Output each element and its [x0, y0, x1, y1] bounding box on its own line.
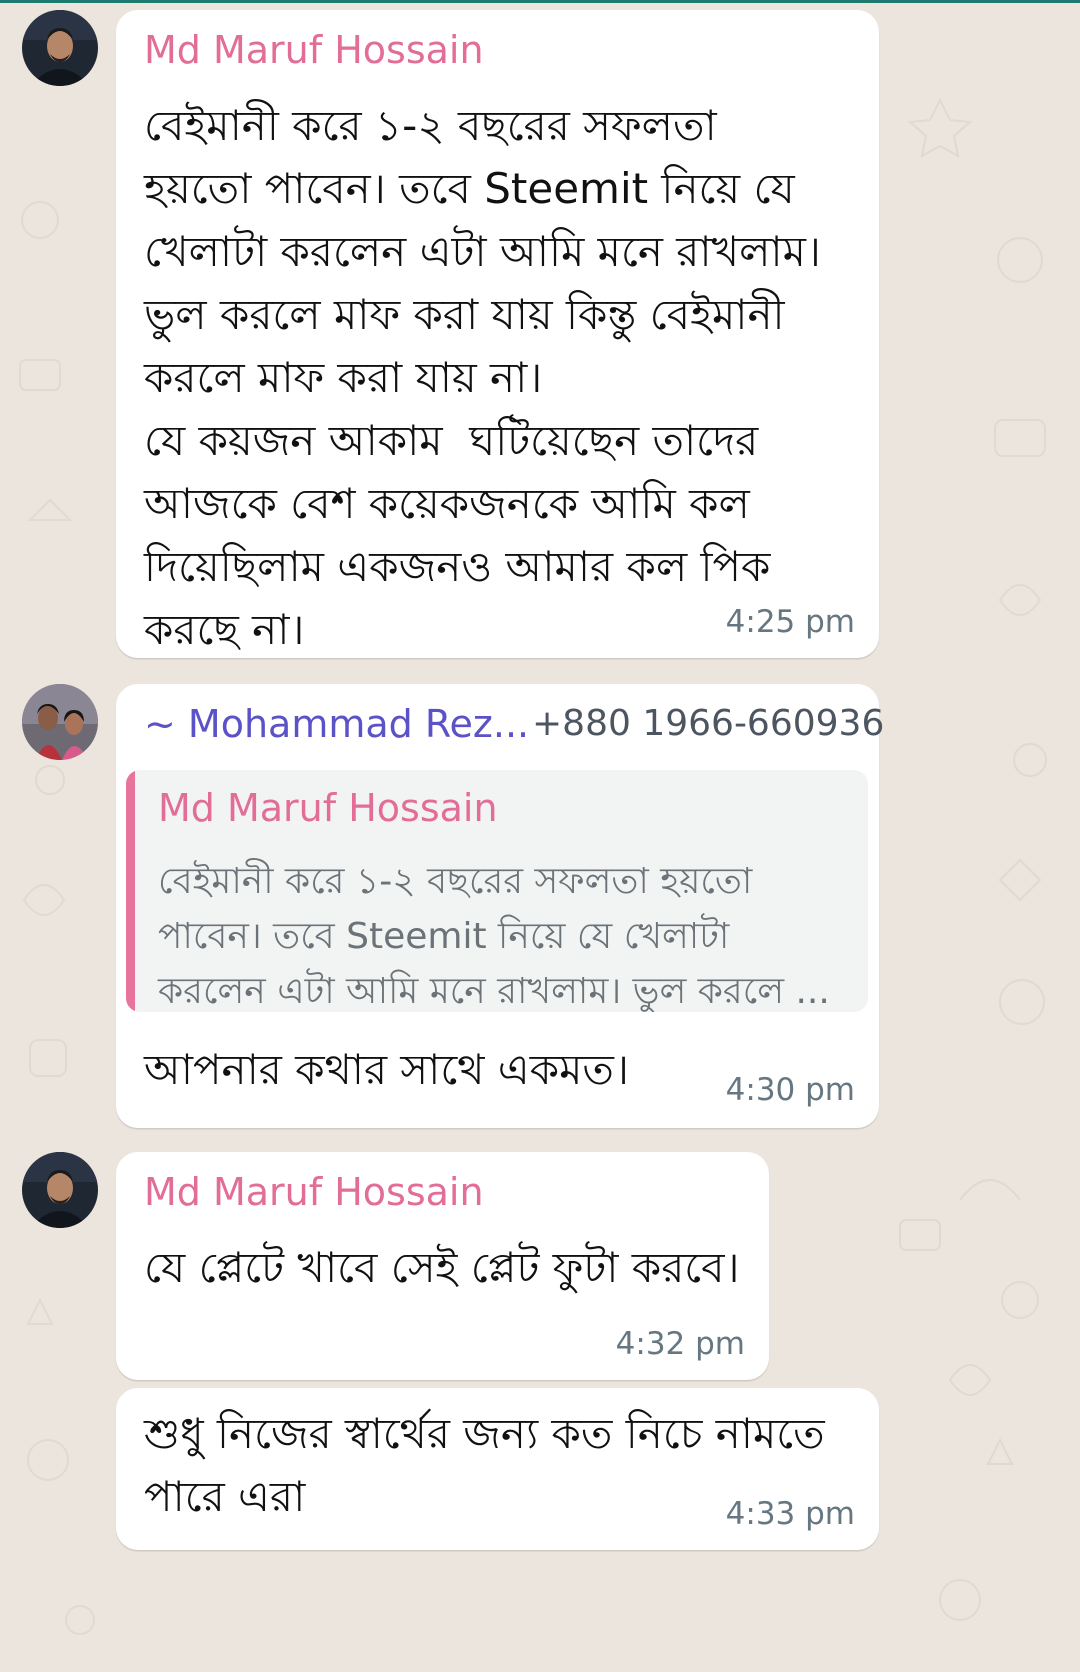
sender-avatar[interactable]	[22, 1152, 98, 1228]
message-text: বেইমানী করে ১-২ বছরের সফলতা হয়তো পাবেন।…	[144, 101, 821, 654]
message-bubble[interactable]: Md Maruf Hossain যে প্লেটে খাবে সেই প্লে…	[116, 1152, 769, 1380]
message-timestamp: 4:33 pm	[725, 1496, 855, 1532]
message-timestamp: 4:30 pm	[725, 1072, 855, 1108]
avatar-photo-icon	[22, 10, 98, 86]
message-text: আপনার কথার সাথে একমত।	[144, 1045, 629, 1094]
sender-name[interactable]: Md Maruf Hossain	[144, 28, 484, 72]
sender-avatar[interactable]	[22, 10, 98, 86]
message-bubble[interactable]: ~ Mohammad Rez... +880 1966-660936 Md Ma…	[116, 684, 884, 1128]
sender-phone-number[interactable]: +880 1966-660936	[532, 702, 884, 746]
sender-avatar[interactable]	[22, 684, 98, 760]
quoted-message-text: বেইমানী করে ১-২ বছরের সফলতা হয়তো পাবেন।…	[158, 861, 830, 1012]
quoted-message[interactable]: Md Maruf Hossain বেইমানী করে ১-২ বছরের স…	[126, 770, 868, 1012]
message-timestamp: 4:25 pm	[725, 604, 855, 640]
quote-accent-bar	[126, 770, 135, 1012]
avatar-photo-icon	[22, 684, 98, 760]
message-bubble[interactable]: শুধু নিজের স্বার্থের জন্য কত নিচে নামতে …	[116, 1388, 879, 1550]
message-bubble[interactable]: Md Maruf Hossain বেইমানী করে ১-২ বছরের স…	[116, 10, 879, 658]
avatar-photo-icon	[22, 1152, 98, 1228]
sender-name[interactable]: ~ Mohammad Rez...	[144, 702, 529, 746]
message-text: যে প্লেটে খাবে সেই প্লেট ফুটা করবে।	[144, 1243, 740, 1292]
quoted-sender-name: Md Maruf Hossain	[158, 786, 498, 830]
message-timestamp: 4:32 pm	[615, 1326, 745, 1362]
sender-name[interactable]: Md Maruf Hossain	[144, 1170, 484, 1214]
